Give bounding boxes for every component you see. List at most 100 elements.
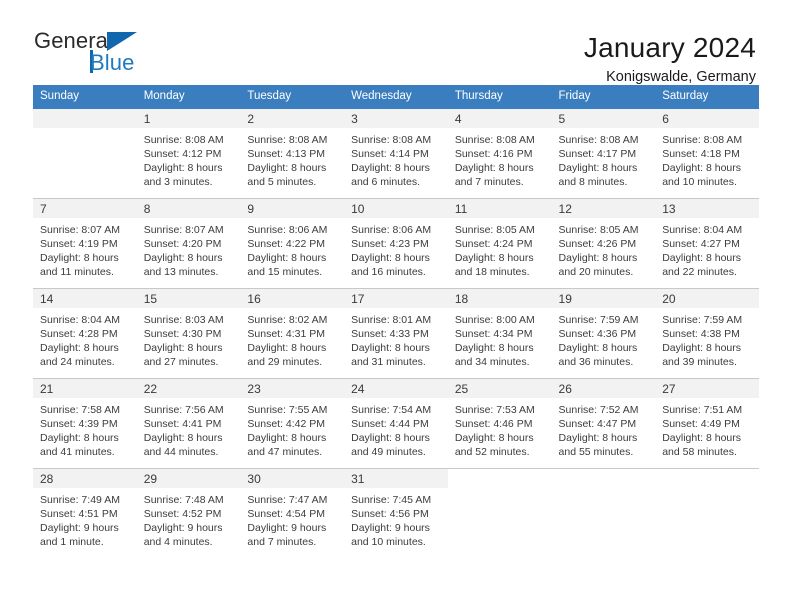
daylight-text: Daylight: 9 hours bbox=[40, 522, 119, 535]
sunrise-text: Sunrise: 8:06 AM bbox=[247, 223, 328, 236]
daylight-text: and 6 minutes. bbox=[351, 176, 420, 189]
day-details: Sunrise: 7:48 AM Sunset: 4:52 PM Daylight:… bbox=[137, 488, 241, 550]
daylight-text: and 8 minutes. bbox=[558, 176, 628, 189]
daylight-text: and 4 minutes. bbox=[143, 536, 213, 549]
daylight-text: Daylight: 8 hours bbox=[351, 252, 430, 265]
daylight-text: and 7 minutes. bbox=[247, 536, 317, 549]
daylight-text: Daylight: 8 hours bbox=[662, 342, 742, 355]
daylight-text: Daylight: 8 hours bbox=[454, 432, 534, 445]
daylight-text: and 16 minutes. bbox=[351, 266, 426, 279]
sunset-text: Sunset: 4:44 PM bbox=[351, 418, 429, 430]
day-cell-inner: 9 Sunrise: 8:06 AM Sunset: 4:22 PM Daylight… bbox=[240, 198, 345, 288]
sunset-text: Sunset: 4:18 PM bbox=[662, 148, 740, 160]
day-cell[interactable]: 10 Sunrise: 8:06 AM Sunset: 4:23 PM Dayligh… bbox=[344, 197, 448, 289]
day-cell[interactable]: 25 Sunrise: 7:53 AM Sunset: 4:46 PM Dayligh… bbox=[447, 377, 552, 469]
day-cell[interactable]: 20 Sunrise: 7:59 AM Sunset: 4:38 PM Dayligh… bbox=[655, 287, 759, 379]
day-cell[interactable]: 4 Sunrise: 8:08 AM Sunset: 4:16 PM Daylight… bbox=[447, 108, 552, 199]
sunset-text: Sunset: 4:36 PM bbox=[558, 328, 637, 340]
sunrise-text: Sunrise: 8:04 AM bbox=[40, 313, 120, 326]
day-cell[interactable]: 29 Sunrise: 7:48 AM Sunset: 4:52 PM Dayligh… bbox=[136, 467, 241, 558]
day-number: 24 bbox=[344, 378, 448, 398]
daylight-text: Daylight: 8 hours bbox=[247, 252, 327, 265]
day-cell[interactable]: 12 Sunrise: 8:05 AM Sunset: 4:26 PM Dayligh… bbox=[551, 197, 656, 289]
day-cell-inner: 1 Sunrise: 8:08 AM Sunset: 4:12 PM Daylight… bbox=[136, 108, 241, 198]
day-cell[interactable]: 11 Sunrise: 8:05 AM Sunset: 4:24 PM Dayligh… bbox=[447, 197, 552, 289]
daylight-text: Daylight: 8 hours bbox=[558, 252, 638, 265]
day-cell-inner: 8 Sunrise: 8:07 AM Sunset: 4:20 PM Daylight… bbox=[136, 198, 241, 288]
day-details: Sunrise: 7:55 AM Sunset: 4:42 PM Daylight:… bbox=[240, 398, 344, 460]
day-cell[interactable]: 19 Sunrise: 7:59 AM Sunset: 4:36 PM Dayligh… bbox=[551, 287, 656, 379]
day-details: Sunrise: 8:08 AM Sunset: 4:13 PM Daylight:… bbox=[240, 128, 344, 190]
daylight-text: and 22 minutes. bbox=[662, 266, 737, 279]
sunrise-text: Sunrise: 7:59 AM bbox=[558, 313, 639, 326]
sunset-text: Sunset: 4:41 PM bbox=[143, 418, 222, 430]
day-cell[interactable]: 3 Sunrise: 8:08 AM Sunset: 4:14 PM Daylight… bbox=[344, 108, 448, 199]
day-cell[interactable]: 30 Sunrise: 7:47 AM Sunset: 4:54 PM Dayligh… bbox=[240, 467, 345, 558]
day-cell[interactable]: 23 Sunrise: 7:55 AM Sunset: 4:42 PM Dayligh… bbox=[240, 377, 345, 469]
day-cell[interactable]: 7 Sunrise: 8:07 AM Sunset: 4:19 PM Daylight… bbox=[33, 197, 137, 289]
sunrise-text: Sunrise: 8:05 AM bbox=[454, 223, 535, 236]
day-cell[interactable]: 14 Sunrise: 8:04 AM Sunset: 4:28 PM Dayligh… bbox=[33, 287, 137, 379]
day-cell[interactable]: 24 Sunrise: 7:54 AM Sunset: 4:44 PM Dayligh… bbox=[344, 377, 448, 469]
day-cell[interactable]: 13 Sunrise: 8:04 AM Sunset: 4:27 PM Dayligh… bbox=[655, 197, 759, 289]
day-cell[interactable]: 15 Sunrise: 8:03 AM Sunset: 4:30 PM Dayligh… bbox=[136, 287, 241, 379]
sunrise-text: Sunrise: 8:08 AM bbox=[454, 133, 535, 146]
day-cell-inner: 25 Sunrise: 7:53 AM Sunset: 4:46 PM Dayligh… bbox=[447, 378, 552, 468]
day-cell[interactable]: 1 Sunrise: 8:08 AM Sunset: 4:12 PM Daylight… bbox=[136, 108, 241, 199]
day-cell-inner bbox=[33, 108, 137, 198]
sunset-text: Sunset: 4:14 PM bbox=[351, 148, 429, 160]
day-cell[interactable]: 28 Sunrise: 7:49 AM Sunset: 4:51 PM Dayligh… bbox=[33, 467, 137, 558]
sunset-text: Sunset: 4:51 PM bbox=[40, 508, 118, 520]
sunrise-text: Sunrise: 8:07 AM bbox=[40, 223, 120, 236]
day-cell-inner: 26 Sunrise: 7:52 AM Sunset: 4:47 PM Dayligh… bbox=[551, 378, 656, 468]
weekday-header-sunday: Sunday bbox=[33, 85, 137, 109]
title-block: January 2024 Konigswalde, Germany bbox=[584, 30, 756, 87]
daylight-text: Daylight: 8 hours bbox=[351, 432, 430, 445]
day-number: 7 bbox=[33, 198, 137, 218]
day-cell-inner: 10 Sunrise: 8:06 AM Sunset: 4:23 PM Dayligh… bbox=[344, 198, 448, 288]
sunset-text: Sunset: 4:56 PM bbox=[351, 508, 429, 520]
triangle-icon bbox=[107, 32, 137, 51]
day-cell-inner: 20 Sunrise: 7:59 AM Sunset: 4:38 PM Dayligh… bbox=[655, 288, 759, 378]
day-cell[interactable]: 6 Sunrise: 8:08 AM Sunset: 4:18 PM Daylight… bbox=[655, 108, 759, 199]
day-cell-empty bbox=[655, 467, 759, 558]
sunrise-text: Sunrise: 7:53 AM bbox=[454, 403, 535, 416]
day-cell-inner: 7 Sunrise: 8:07 AM Sunset: 4:19 PM Daylight… bbox=[33, 198, 137, 288]
daylight-text: and 49 minutes. bbox=[351, 446, 426, 459]
daylight-text: and 15 minutes. bbox=[247, 266, 323, 279]
sunrise-text: Sunrise: 7:49 AM bbox=[40, 493, 120, 506]
day-cell[interactable]: 5 Sunrise: 8:08 AM Sunset: 4:17 PM Daylight… bbox=[551, 108, 656, 199]
sunset-text: Sunset: 4:17 PM bbox=[558, 148, 637, 160]
day-cell[interactable]: 27 Sunrise: 7:51 AM Sunset: 4:49 PM Dayligh… bbox=[655, 377, 759, 469]
daylight-text: Daylight: 8 hours bbox=[143, 162, 223, 175]
sunrise-text: Sunrise: 8:08 AM bbox=[662, 133, 743, 146]
day-cell[interactable]: 17 Sunrise: 8:01 AM Sunset: 4:33 PM Dayligh… bbox=[344, 287, 448, 379]
day-cell-inner: 23 Sunrise: 7:55 AM Sunset: 4:42 PM Dayligh… bbox=[240, 378, 345, 468]
page-title: January 2024 bbox=[583, 32, 756, 63]
day-cell-inner: 4 Sunrise: 8:08 AM Sunset: 4:16 PM Daylight… bbox=[447, 108, 552, 198]
day-details: Sunrise: 7:59 AM Sunset: 4:38 PM Daylight:… bbox=[655, 308, 759, 370]
day-cell[interactable]: 26 Sunrise: 7:52 AM Sunset: 4:47 PM Dayligh… bbox=[551, 377, 656, 469]
day-cell[interactable]: 16 Sunrise: 8:02 AM Sunset: 4:31 PM Dayligh… bbox=[240, 287, 345, 379]
sunset-text: Sunset: 4:20 PM bbox=[143, 238, 222, 250]
day-cell[interactable]: 9 Sunrise: 8:06 AM Sunset: 4:22 PM Daylight… bbox=[240, 197, 345, 289]
day-cell[interactable]: 21 Sunrise: 7:58 AM Sunset: 4:39 PM Dayligh… bbox=[33, 377, 137, 469]
day-cell-inner: 3 Sunrise: 8:08 AM Sunset: 4:14 PM Daylight… bbox=[344, 108, 448, 198]
day-details: Sunrise: 8:07 AM Sunset: 4:19 PM Daylight:… bbox=[33, 218, 137, 280]
day-details: Sunrise: 7:52 AM Sunset: 4:47 PM Daylight:… bbox=[552, 398, 656, 460]
day-cell[interactable]: 8 Sunrise: 8:07 AM Sunset: 4:20 PM Daylight… bbox=[136, 197, 241, 289]
day-cell[interactable]: 31 Sunrise: 7:45 AM Sunset: 4:56 PM Dayligh… bbox=[344, 467, 448, 558]
day-cell[interactable]: 22 Sunrise: 7:56 AM Sunset: 4:41 PM Dayligh… bbox=[136, 377, 241, 469]
brand-logo[interactable]: General Blue bbox=[34, 30, 154, 82]
sunset-text: Sunset: 4:42 PM bbox=[247, 418, 326, 430]
day-cell-inner bbox=[655, 468, 759, 558]
daylight-text: Daylight: 8 hours bbox=[40, 342, 119, 355]
sunrise-text: Sunrise: 8:06 AM bbox=[351, 223, 432, 236]
sunset-text: Sunset: 4:13 PM bbox=[247, 148, 326, 160]
daylight-text: and 7 minutes. bbox=[454, 176, 524, 189]
day-cell[interactable]: 2 Sunrise: 8:08 AM Sunset: 4:13 PM Daylight… bbox=[240, 108, 345, 199]
daylight-text: and 34 minutes. bbox=[454, 356, 530, 369]
day-cell[interactable]: 18 Sunrise: 8:00 AM Sunset: 4:34 PM Dayligh… bbox=[447, 287, 552, 379]
day-number: 6 bbox=[655, 108, 759, 128]
day-details: Sunrise: 8:08 AM Sunset: 4:14 PM Daylight:… bbox=[344, 128, 448, 190]
